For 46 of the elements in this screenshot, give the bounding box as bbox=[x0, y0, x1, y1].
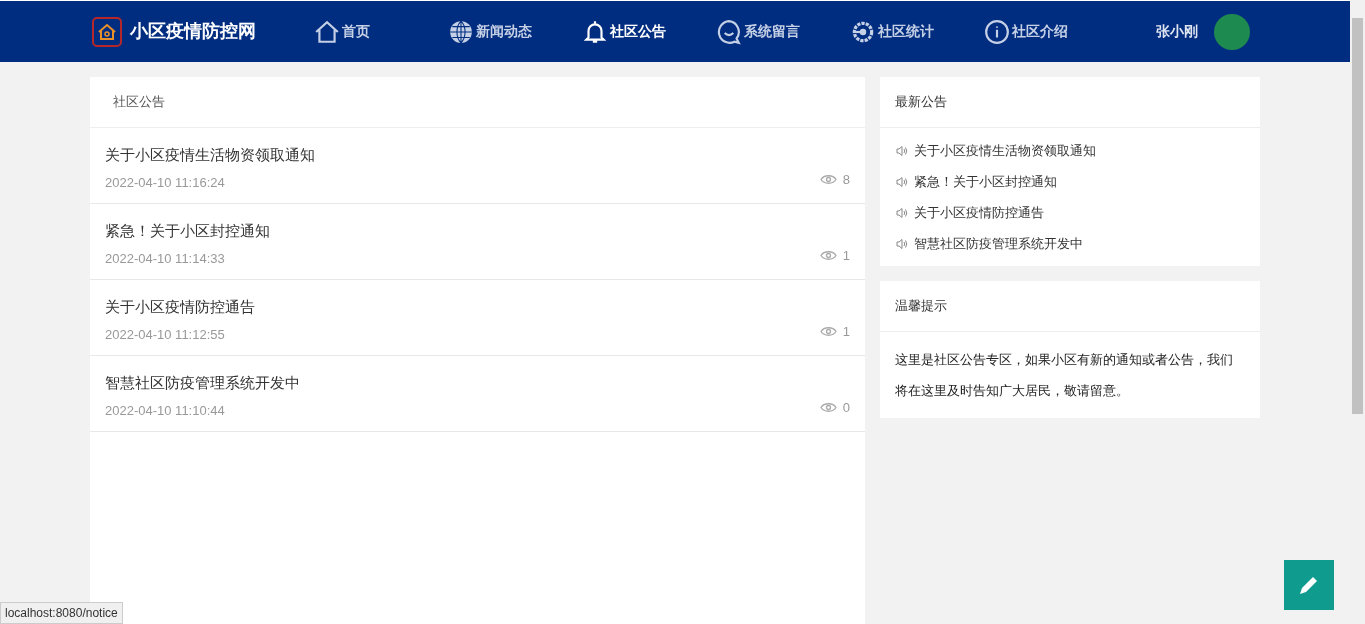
latest-notice-link[interactable]: 紧急！关于小区封控通知 bbox=[896, 172, 1244, 191]
chat-icon bbox=[716, 18, 742, 45]
eye-icon bbox=[819, 173, 837, 185]
card-title: 最新公告 bbox=[880, 77, 1260, 128]
pencil-icon bbox=[1298, 574, 1320, 596]
bell-icon bbox=[582, 18, 608, 45]
house-icon bbox=[314, 18, 340, 45]
edit-button[interactable] bbox=[1284, 560, 1334, 610]
house-logo-icon bbox=[92, 16, 122, 47]
speaker-icon bbox=[896, 175, 908, 188]
card-title: 温馨提示 bbox=[880, 281, 1260, 332]
eye-icon bbox=[819, 401, 837, 413]
speaker-icon bbox=[896, 237, 908, 250]
tips-text: 这里是社区公告专区，如果小区有新的通知或者公告，我们将在这里及时告知广大居民，敬请留意。 bbox=[894, 351, 1234, 400]
eye-icon bbox=[819, 249, 837, 261]
notice-title[interactable]: 智慧社区防疫管理系统开发中 bbox=[105, 372, 300, 395]
latest-notice-link[interactable]: 关于小区疫情生活物资领取通知 bbox=[896, 141, 1244, 160]
card-title: 社区公告 bbox=[90, 77, 865, 128]
view-count: 0 bbox=[842, 398, 850, 417]
view-count: 8 bbox=[842, 170, 850, 189]
avatar[interactable] bbox=[1214, 13, 1250, 50]
nav-link[interactable]: 社区介绍 bbox=[984, 18, 1092, 45]
latest-notice-link[interactable]: 智慧社区防疫管理系统开发中 bbox=[896, 234, 1244, 253]
notice-time: 2022-04-10 11:12:55 bbox=[105, 325, 226, 344]
notice-title[interactable]: 关于小区疫情生活物资领取通知 bbox=[105, 144, 315, 167]
latest-notice-link[interactable]: 关于小区疫情防控通告 bbox=[896, 203, 1244, 222]
info-icon bbox=[984, 18, 1010, 45]
notice-title[interactable]: 关于小区疫情防控通告 bbox=[105, 296, 255, 319]
user-name[interactable]: 张小刚 bbox=[1156, 21, 1198, 42]
speaker-icon bbox=[896, 144, 908, 157]
nav-link[interactable]: 首页 bbox=[314, 18, 422, 45]
nav-link[interactable]: 系统留言 bbox=[716, 18, 824, 45]
nav-link[interactable]: 社区统计 bbox=[850, 18, 958, 45]
view-count: 1 bbox=[842, 246, 850, 265]
notice-title[interactable]: 紧急！关于小区封控通知 bbox=[105, 220, 270, 243]
notice-time: 2022-04-10 11:10:44 bbox=[105, 401, 226, 420]
globe-icon bbox=[448, 18, 474, 45]
nav-link[interactable]: 新闻动态 bbox=[448, 18, 556, 45]
eye-icon bbox=[819, 325, 837, 337]
notice-time: 2022-04-10 11:16:24 bbox=[105, 173, 226, 192]
view-count: 1 bbox=[842, 322, 850, 341]
site-title: 小区疫情防控网 bbox=[130, 20, 256, 43]
notice-time: 2022-04-10 11:14:33 bbox=[105, 249, 226, 268]
nav-link[interactable]: 社区公告 bbox=[582, 18, 690, 45]
speaker-icon bbox=[896, 206, 908, 219]
status-bar-url: localhost:8080/notice bbox=[0, 602, 123, 624]
